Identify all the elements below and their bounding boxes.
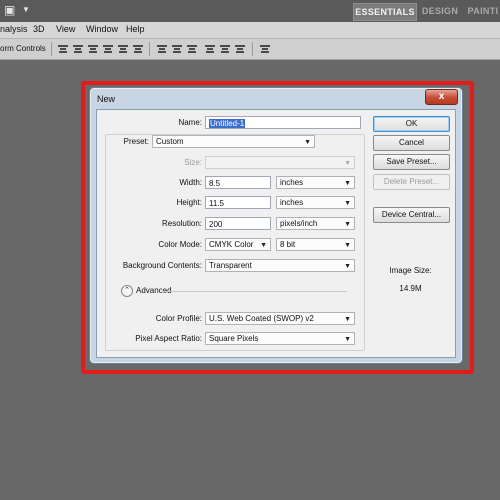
resolution-input[interactable]: 200 bbox=[205, 217, 271, 230]
pixel-aspect-ratio-label: Pixel Aspect Ratio: bbox=[135, 334, 202, 343]
divider bbox=[149, 42, 150, 56]
cancel-button[interactable]: Cancel bbox=[373, 135, 450, 151]
align-vertical-center-icon[interactable] bbox=[73, 44, 83, 54]
app-title-bar: ▣ ▼ ESSENTIALS DESIGN PAINTI bbox=[0, 0, 500, 22]
preset-dropdown[interactable]: Custom ▼ bbox=[152, 135, 315, 148]
dropdown-arrow-icon: ▼ bbox=[344, 160, 351, 167]
dropdown-arrow-icon: ▼ bbox=[344, 336, 351, 343]
distribute-left-icon[interactable] bbox=[205, 44, 215, 54]
resolution-unit-dropdown[interactable]: pixels/inch ▼ bbox=[276, 217, 355, 230]
image-size-value: 14.9M bbox=[399, 284, 422, 293]
background-contents-dropdown[interactable]: Transparent ▼ bbox=[205, 259, 355, 272]
dialog-title: New bbox=[97, 94, 116, 104]
distribute-horizontal-center-icon[interactable] bbox=[220, 44, 230, 54]
name-value: Untitled-1 bbox=[209, 119, 246, 128]
ok-button[interactable]: OK bbox=[373, 116, 450, 132]
options-bar: orm Controls bbox=[0, 39, 500, 60]
height-unit-dropdown[interactable]: inches ▼ bbox=[276, 196, 355, 209]
dropdown-arrow-icon: ▼ bbox=[344, 263, 351, 270]
size-dropdown: ▼ bbox=[205, 156, 355, 169]
align-left-icon[interactable] bbox=[103, 44, 113, 54]
distribute-vertical-center-icon[interactable] bbox=[172, 44, 182, 54]
height-unit: inches bbox=[280, 198, 304, 207]
dropdown-arrow-icon: ▼ bbox=[260, 242, 267, 249]
align-horizontal-center-icon[interactable] bbox=[118, 44, 128, 54]
menu-bar: nalysis 3D View Window Help bbox=[0, 22, 500, 39]
bit-depth-dropdown[interactable]: 8 bit ▼ bbox=[276, 238, 355, 251]
menu-3d[interactable]: 3D bbox=[33, 24, 45, 34]
color-profile-value: U.S. Web Coated (SWOP) v2 bbox=[209, 314, 314, 323]
color-profile-label: Color Profile: bbox=[155, 314, 202, 323]
dropdown-arrow-icon: ▼ bbox=[344, 316, 351, 323]
width-label: Width: bbox=[179, 178, 202, 187]
width-unit: inches bbox=[280, 178, 304, 187]
color-mode-value: CMYK Color bbox=[209, 240, 254, 249]
close-button[interactable]: x bbox=[425, 89, 458, 105]
chevron-down-icon[interactable]: ▼ bbox=[22, 4, 30, 16]
width-unit-dropdown[interactable]: inches ▼ bbox=[276, 176, 355, 189]
divider bbox=[162, 291, 347, 292]
save-preset-button[interactable]: Save Preset... bbox=[373, 154, 450, 170]
menu-help[interactable]: Help bbox=[126, 24, 145, 34]
pixel-aspect-ratio-dropdown[interactable]: Square Pixels ▼ bbox=[205, 332, 355, 345]
divider bbox=[252, 42, 253, 56]
distribute-right-icon[interactable] bbox=[235, 44, 245, 54]
bit-depth-value: 8 bit bbox=[280, 240, 296, 249]
preset-value: Custom bbox=[156, 137, 184, 146]
menu-view[interactable]: View bbox=[56, 24, 75, 34]
dropdown-arrow-icon: ▼ bbox=[344, 221, 351, 228]
preset-label: Preset: bbox=[123, 137, 149, 146]
height-input[interactable]: 11.5 bbox=[205, 196, 271, 209]
resolution-unit: pixels/inch bbox=[280, 219, 318, 228]
dropdown-arrow-icon: ▼ bbox=[344, 200, 351, 207]
background-contents-value: Transparent bbox=[209, 261, 252, 270]
auto-align-layers-icon[interactable] bbox=[260, 44, 270, 54]
image-size-label: Image Size: bbox=[389, 266, 432, 275]
advanced-toggle-button[interactable]: ⌃ bbox=[121, 285, 133, 297]
resolution-label: Resolution: bbox=[161, 219, 202, 228]
size-label: Size: bbox=[184, 158, 202, 167]
background-contents-label: Background Contents: bbox=[122, 261, 202, 270]
photoshop-logo-icon[interactable]: ▣ bbox=[4, 3, 18, 17]
name-label: Name: bbox=[178, 118, 202, 127]
menu-analysis[interactable]: nalysis bbox=[0, 24, 28, 34]
transform-controls-label[interactable]: orm Controls bbox=[0, 44, 46, 53]
color-mode-label: Color Mode: bbox=[158, 240, 202, 249]
dropdown-arrow-icon: ▼ bbox=[344, 180, 351, 187]
align-right-icon[interactable] bbox=[133, 44, 143, 54]
name-input[interactable]: Untitled-1 bbox=[205, 116, 361, 129]
width-input[interactable]: 8.5 bbox=[205, 176, 271, 189]
align-bottom-icon[interactable] bbox=[88, 44, 98, 54]
distribute-top-icon[interactable] bbox=[157, 44, 167, 54]
pixel-aspect-ratio-value: Square Pixels bbox=[209, 334, 259, 343]
divider bbox=[51, 42, 52, 56]
color-mode-dropdown[interactable]: CMYK Color ▼ bbox=[205, 238, 271, 251]
align-top-icon[interactable] bbox=[58, 44, 68, 54]
color-profile-dropdown[interactable]: U.S. Web Coated (SWOP) v2 ▼ bbox=[205, 312, 355, 325]
workspace-design-button[interactable]: DESIGN bbox=[420, 3, 460, 19]
dropdown-arrow-icon: ▼ bbox=[344, 242, 351, 249]
dropdown-arrow-icon: ▼ bbox=[304, 139, 311, 146]
height-label: Height: bbox=[176, 198, 202, 207]
distribute-bottom-icon[interactable] bbox=[187, 44, 197, 54]
delete-preset-button: Delete Preset... bbox=[373, 174, 450, 190]
workspace-essentials-button[interactable]: ESSENTIALS bbox=[353, 3, 417, 21]
menu-window[interactable]: Window bbox=[86, 24, 118, 34]
device-central-button[interactable]: Device Central... bbox=[373, 207, 450, 223]
workspace-painting-button[interactable]: PAINTI bbox=[463, 3, 500, 19]
